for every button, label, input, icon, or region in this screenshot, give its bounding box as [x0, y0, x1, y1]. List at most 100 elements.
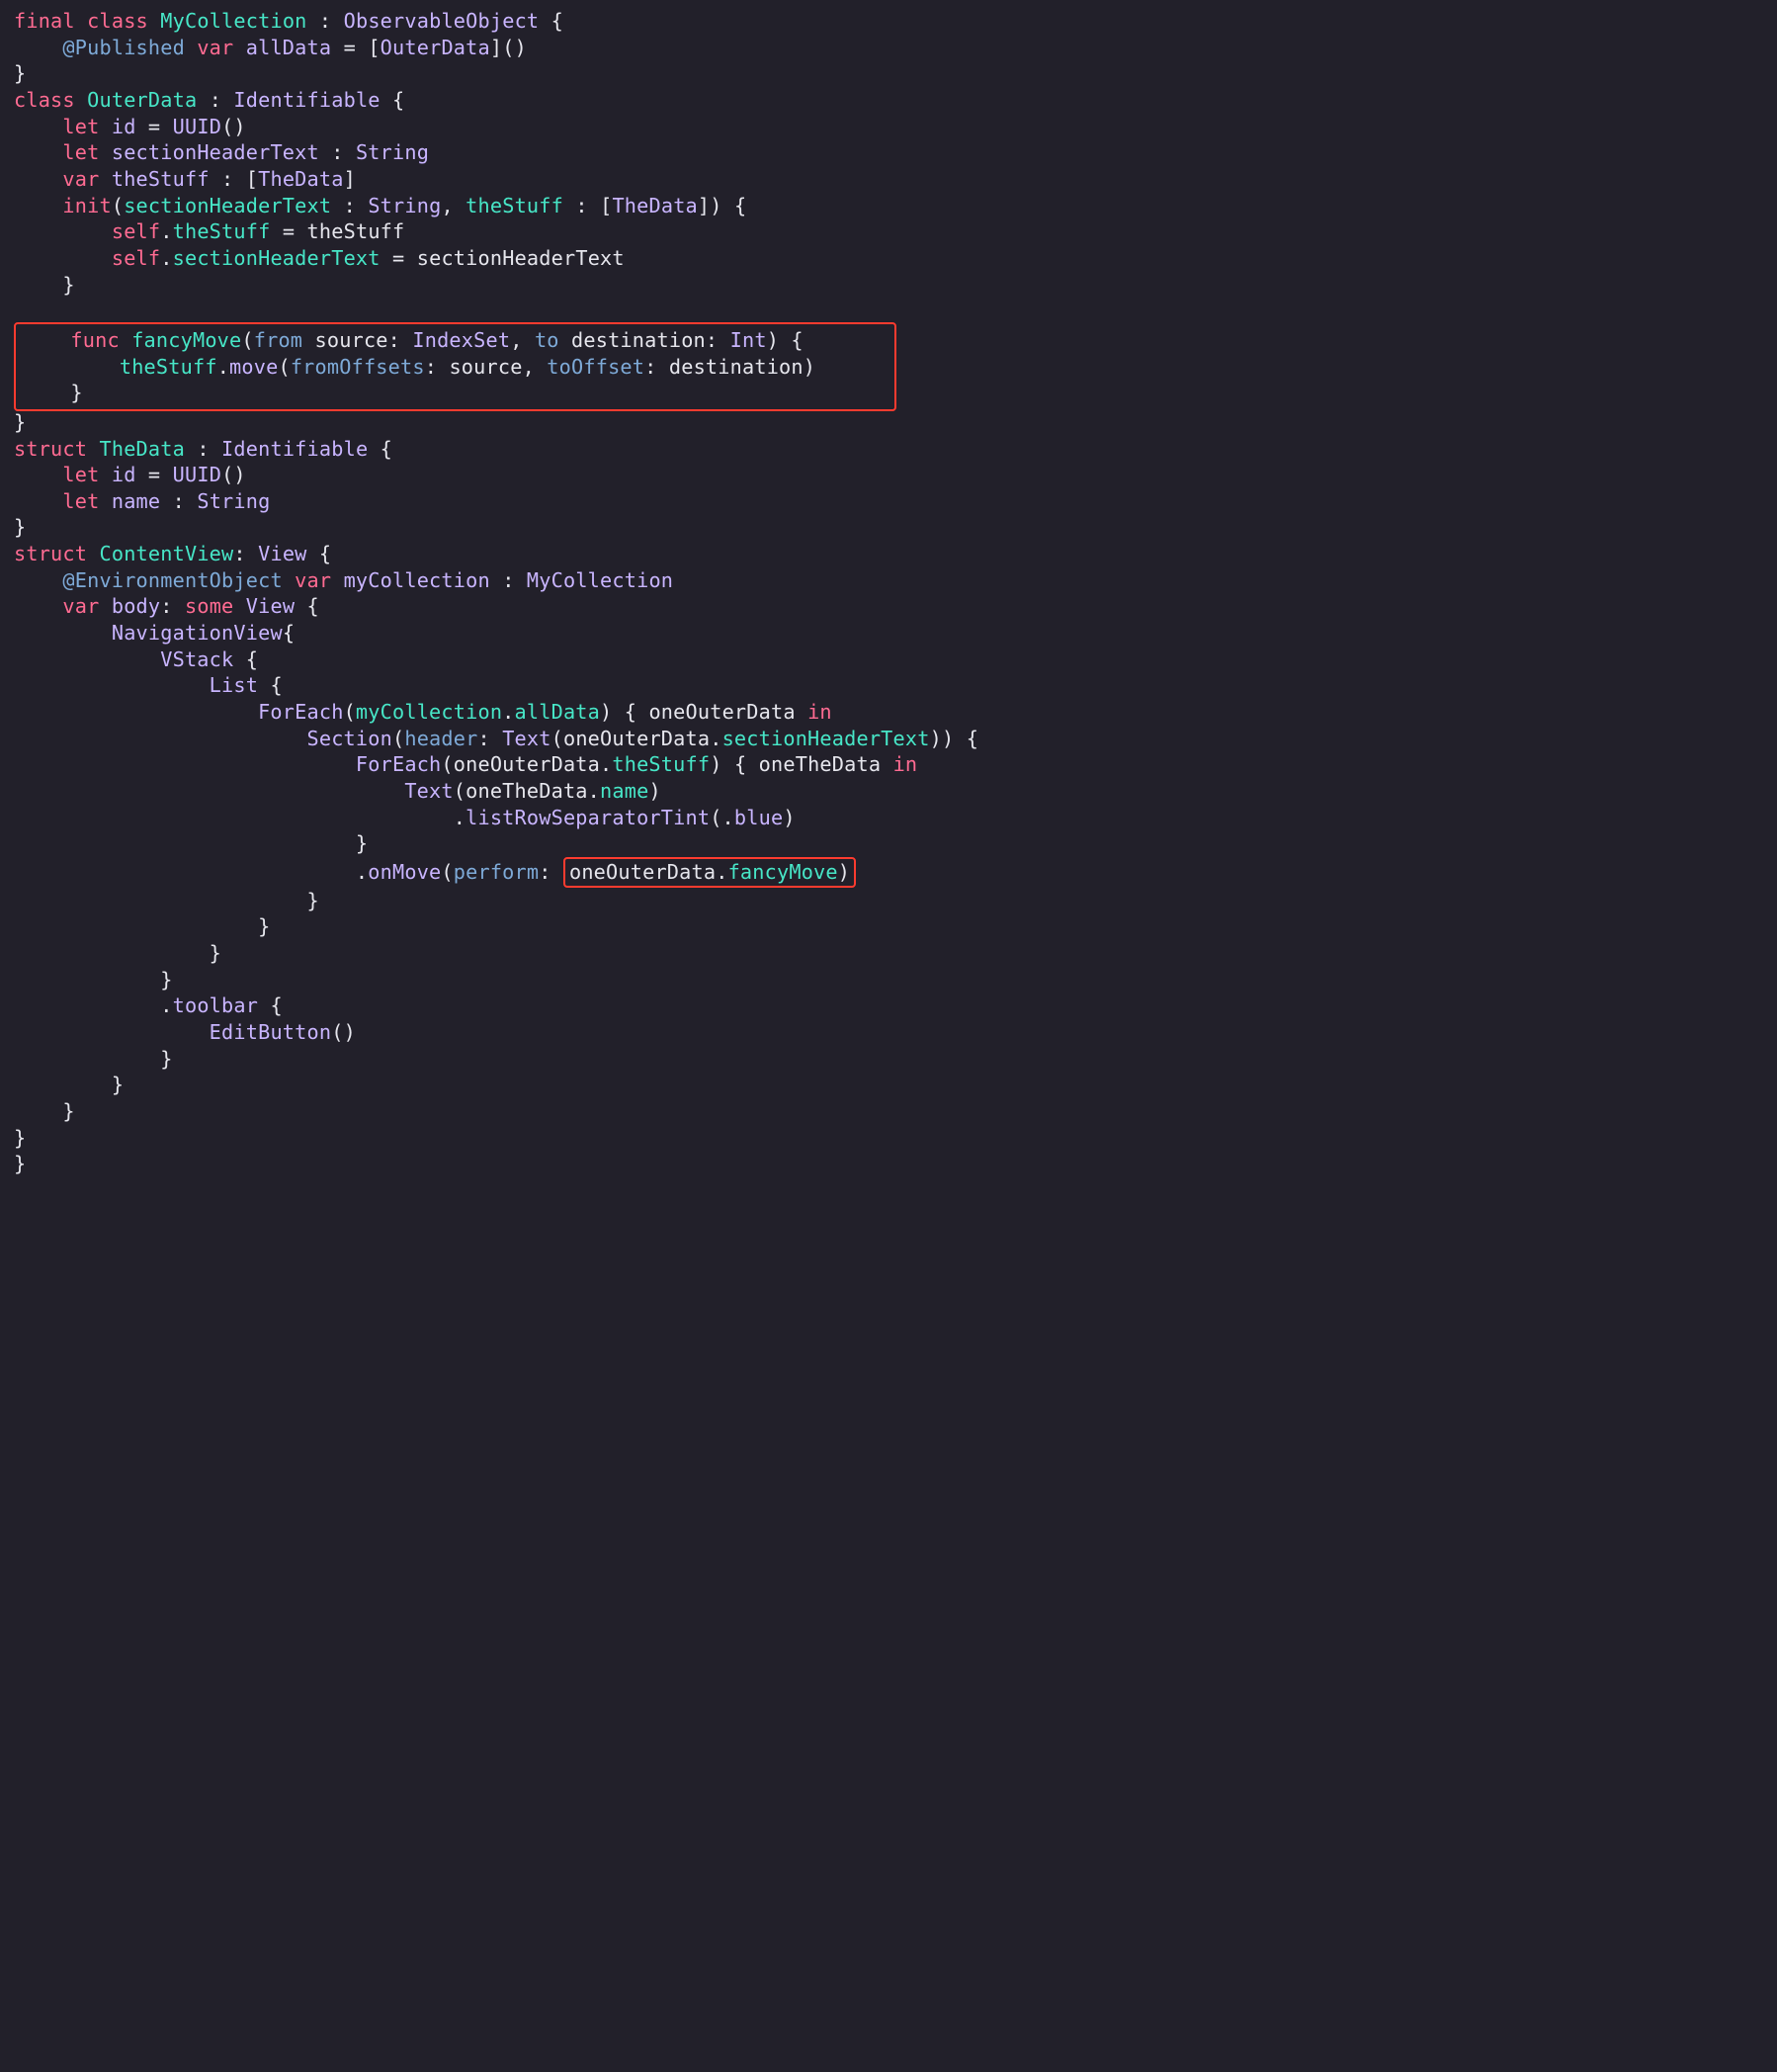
code-token: theStuff: [112, 167, 210, 191]
code-token: {: [625, 700, 636, 724]
code-token: @EnvironmentObject: [62, 568, 282, 592]
code-token: [: [368, 36, 380, 59]
code-token: String: [356, 140, 429, 164]
code-token: myCollection: [344, 568, 490, 592]
code-token: @Published: [62, 36, 185, 59]
code-token: }: [112, 1073, 124, 1096]
code-token: in: [807, 700, 832, 724]
highlight-box-1: func fancyMove(from source: IndexSet, to…: [14, 322, 896, 411]
code-token: =: [148, 115, 160, 138]
code-token: theStuff: [465, 194, 563, 217]
code-token: .: [716, 860, 727, 884]
code-block: final class MyCollection : ObservableObj…: [0, 0, 1777, 1185]
code-token: }: [14, 61, 26, 85]
code-token: .: [217, 355, 229, 379]
code-token: ForEach: [258, 700, 343, 724]
code-token: }: [62, 273, 74, 297]
code-token: oneOuterData: [648, 700, 795, 724]
code-token: =: [148, 463, 160, 486]
code-token: UUID: [173, 115, 221, 138]
code-token: .: [160, 219, 172, 243]
code-token: List: [210, 673, 258, 697]
code-token: var: [62, 594, 99, 618]
code-token: fancyMove: [728, 860, 838, 884]
code-token: oneTheData: [465, 779, 588, 803]
code-token: let: [62, 463, 99, 486]
code-token: TheData: [99, 437, 184, 461]
code-token: some: [185, 594, 233, 618]
code-token: onMove: [368, 860, 441, 884]
code-token: }: [210, 941, 221, 965]
code-token: OuterData: [87, 88, 197, 112]
code-token: oneOuterData: [569, 860, 716, 884]
code-token: toolbar: [173, 993, 258, 1017]
code-token: :: [319, 9, 331, 33]
code-token: oneTheData: [759, 752, 882, 776]
code-token: ,: [523, 355, 535, 379]
code-token: var: [197, 36, 233, 59]
code-token: ): [767, 328, 779, 352]
code-token: (: [710, 806, 721, 829]
code-token: ): [804, 355, 815, 379]
code-token: :: [477, 727, 489, 750]
code-token: [: [600, 194, 612, 217]
code-token: let: [62, 489, 99, 513]
code-token: UUID: [173, 463, 221, 486]
code-token: {: [246, 648, 258, 671]
code-token: }: [307, 889, 319, 912]
code-token: {: [283, 621, 295, 645]
code-token: sectionHeaderText: [417, 246, 625, 270]
code-token: destination: [669, 355, 804, 379]
code-token: var: [62, 167, 99, 191]
code-token: from: [254, 328, 302, 352]
code-token: .: [600, 752, 612, 776]
code-token: name: [112, 489, 160, 513]
code-token: allData: [515, 700, 600, 724]
code-token: }: [14, 1126, 26, 1150]
code-token: sectionHeaderText: [112, 140, 319, 164]
code-token: .: [710, 727, 721, 750]
code-token: Int: [730, 328, 767, 352]
code-token: theStuff: [612, 752, 710, 776]
code-token: ObservableObject: [344, 9, 540, 33]
code-token: TheData: [258, 167, 343, 191]
code-token: (: [278, 355, 290, 379]
code-token: id: [112, 115, 136, 138]
code-token: init: [62, 194, 111, 217]
code-token: to: [535, 328, 559, 352]
code-token: struct: [14, 542, 87, 565]
code-token: func: [70, 328, 119, 352]
code-token: {: [270, 673, 282, 697]
code-token: theStuff: [307, 219, 405, 243]
code-token: )): [930, 727, 955, 750]
code-token: OuterData: [381, 36, 490, 59]
code-token: (: [454, 779, 465, 803]
code-token: (: [241, 328, 253, 352]
code-token: View: [258, 542, 306, 565]
code-token: :: [502, 568, 514, 592]
code-token: {: [791, 328, 803, 352]
code-token: fromOffsets: [291, 355, 425, 379]
code-token: ]: [490, 36, 502, 59]
code-token: .: [502, 700, 514, 724]
code-token: :: [221, 167, 233, 191]
code-token: oneOuterData: [454, 752, 600, 776]
code-token: (): [331, 1020, 356, 1044]
code-token: :: [644, 355, 656, 379]
code-token: }: [14, 1152, 26, 1175]
code-token: :: [160, 594, 172, 618]
code-token: sectionHeaderText: [173, 246, 381, 270]
code-token: {: [381, 437, 392, 461]
code-token: [: [246, 167, 258, 191]
code-token: VStack: [160, 648, 233, 671]
code-token: Section: [307, 727, 392, 750]
code-token: :: [539, 860, 550, 884]
code-token: (: [551, 727, 563, 750]
code-token: (: [112, 194, 124, 217]
code-token: }: [70, 381, 82, 404]
code-token: .: [160, 993, 172, 1017]
code-token: TheData: [612, 194, 697, 217]
code-token: self: [112, 219, 160, 243]
code-token: .: [454, 806, 465, 829]
code-token: let: [62, 140, 99, 164]
